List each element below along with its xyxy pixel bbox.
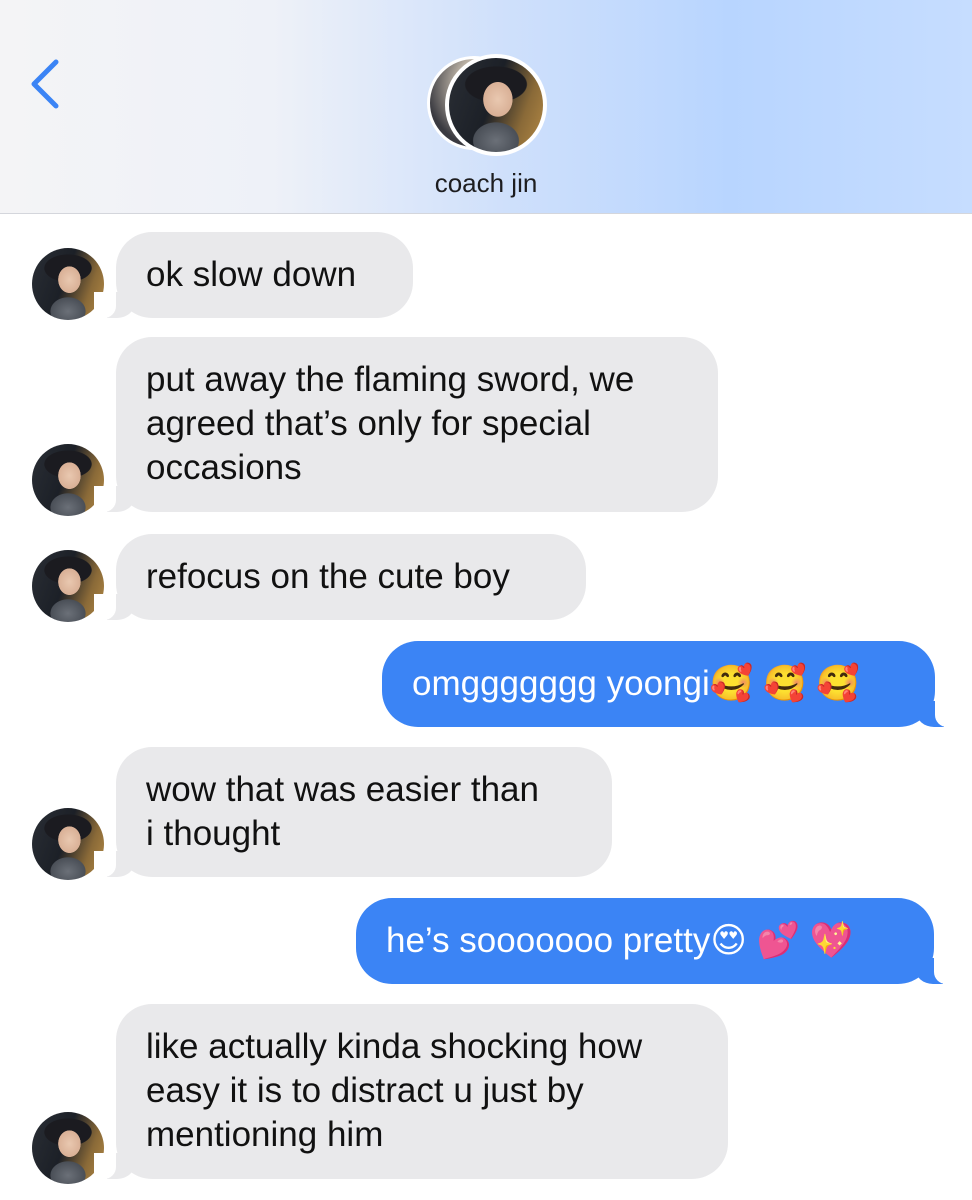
message-bubble-outgoing[interactable]: omggggggg yoongi🥰 🥰 🥰 [382,641,957,727]
message-text: omggggggg yoongi🥰 🥰 🥰 [412,664,860,703]
conversation-header: coach jin [0,0,972,214]
message-bubble-incoming[interactable]: ok slow down [94,232,413,318]
chevron-left-icon [31,59,59,109]
message-bubble-incoming[interactable]: refocus on the cute boy [94,534,586,620]
message-text: refocus on the cute boy [146,557,510,596]
contact-avatar-group[interactable] [427,54,549,156]
message-bubble-incoming[interactable]: put away the flaming sword, we agreed th… [94,337,718,512]
message-text: he’s sooooooo pretty😍 💕 💖 [386,921,854,960]
contact-avatar [445,54,547,156]
message-text: wow that was easier than i thought [146,770,539,853]
message-text: put away the flaming sword, we agreed th… [146,360,635,487]
message-bubble-incoming[interactable]: like actually kinda shocking how easy it… [94,1004,728,1179]
message-text: ok slow down [146,255,357,294]
contact-name[interactable]: coach jin [0,168,972,199]
message-bubble-outgoing[interactable]: he’s sooooooo pretty😍 💕 💖 [356,898,956,984]
message-text: like actually kinda shocking how easy it… [146,1027,643,1154]
message-bubble-incoming[interactable]: wow that was easier than i thought [94,747,612,877]
back-button[interactable] [22,52,72,116]
